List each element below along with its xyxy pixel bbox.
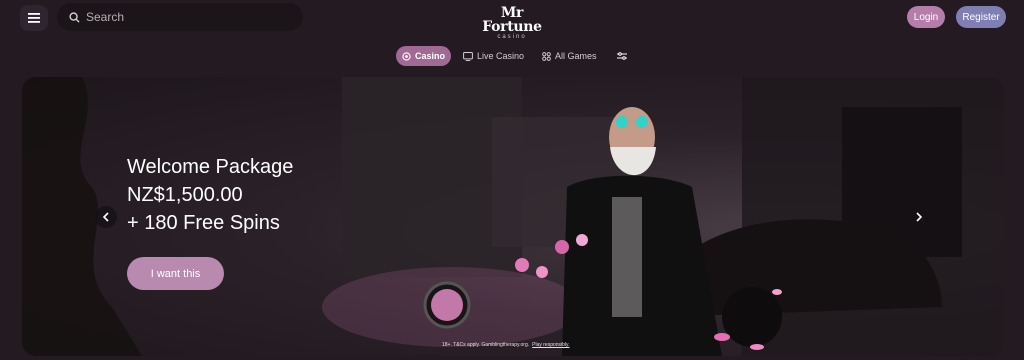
tab-label: Live Casino (477, 51, 525, 61)
headline-line: + 180 Free Spins (127, 212, 280, 234)
hero-headline: Welcome Package NZ$1,500.00 + 180 Free S… (127, 153, 293, 237)
filter-button[interactable] (613, 47, 631, 65)
carousel-next-button[interactable] (908, 206, 930, 228)
brand-logo[interactable]: Mr Fortune casino (470, 6, 554, 41)
chevron-right-icon (916, 212, 923, 222)
legal-disclaimer: 18+. T&Cs apply. Gamblingtherapy.org. Pla… (442, 342, 570, 348)
search-icon (69, 11, 80, 23)
sliders-icon (616, 52, 627, 60)
promo-banner: Welcome Package NZ$1,500.00 + 180 Free S… (22, 77, 1004, 356)
logo-text: Mr Fortune (482, 5, 542, 35)
category-tabs: Casino Live Casino All Games (396, 46, 631, 66)
search-input[interactable] (86, 10, 286, 24)
search-bar[interactable] (57, 3, 303, 31)
casino-chip-icon (402, 51, 411, 61)
menu-icon (28, 13, 40, 23)
tab-live-casino[interactable]: Live Casino (457, 46, 530, 66)
live-tv-icon (463, 51, 473, 61)
legal-text: 18+. T&Cs apply. Gamblingtherapy.org. (442, 342, 530, 348)
register-button[interactable]: Register (956, 6, 1006, 28)
claim-offer-button[interactable]: I want this (127, 257, 224, 290)
grid-icon (542, 51, 551, 61)
chevron-left-icon (102, 212, 109, 222)
tab-label: Casino (415, 51, 446, 61)
top-bar: Mr Fortune casino Login Register (0, 0, 1024, 40)
tab-casino[interactable]: Casino (396, 46, 452, 66)
headline-line: Welcome Package (127, 156, 294, 178)
login-button[interactable]: Login (907, 6, 945, 28)
logo-subtext: casino (497, 34, 527, 40)
carousel-prev-button[interactable] (95, 206, 117, 228)
hamburger-menu-button[interactable] (20, 5, 48, 31)
responsible-gambling-link[interactable]: Play responsibly. (532, 342, 569, 348)
tab-all-games[interactable]: All Games (536, 46, 603, 66)
tab-label: All Games (555, 51, 597, 61)
headline-line: NZ$1,500.00 (127, 184, 243, 206)
